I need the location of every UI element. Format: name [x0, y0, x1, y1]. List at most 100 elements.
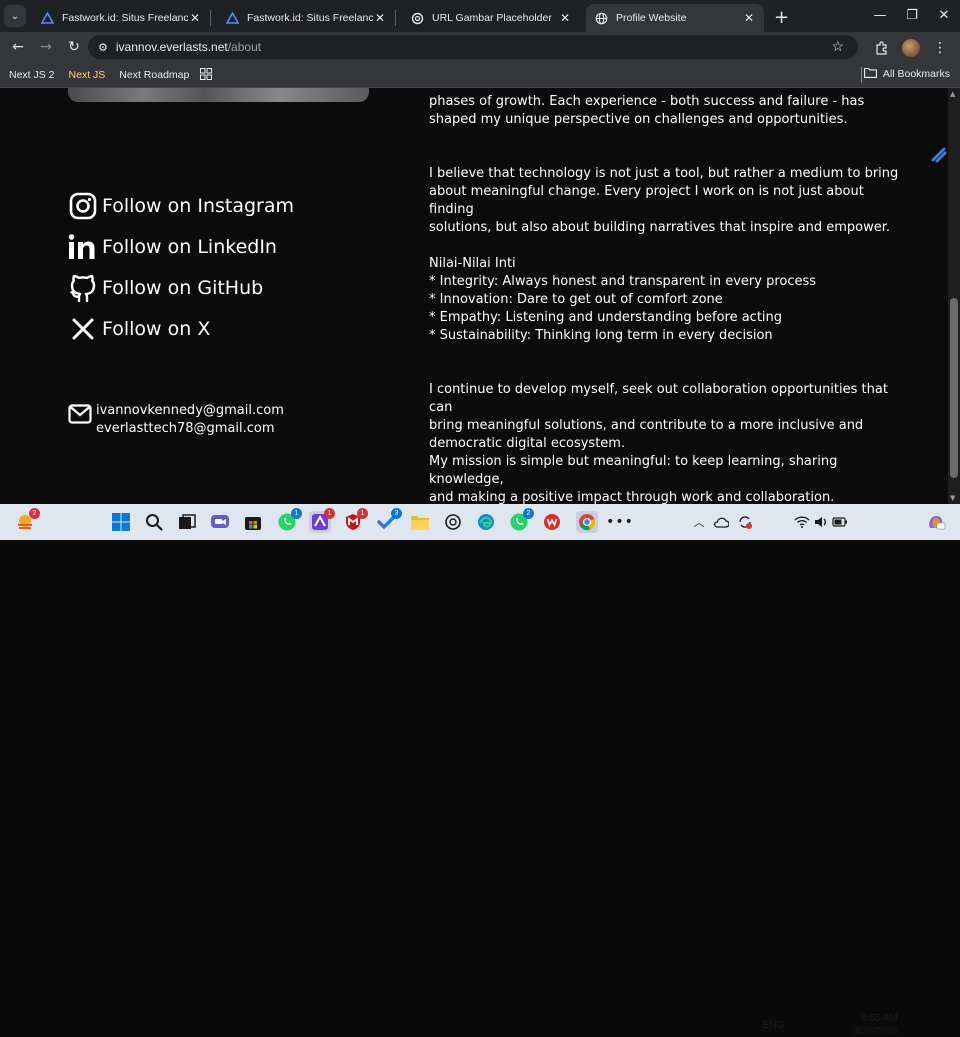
text-line: solutions, but also about building narra…: [429, 220, 891, 235]
value-item: * Integrity: Always honest and transpare…: [429, 274, 817, 289]
side-panel-icon[interactable]: [930, 146, 948, 164]
email-link-2[interactable]: everlasttech78@gmail.com: [96, 420, 284, 438]
paragraph-technology: I believe that technology is not just a …: [429, 165, 899, 237]
window-controls: — ❐ ✕: [864, 0, 960, 30]
windows-taskbar: 2 1 1 1 3 2 ••• ︿ ENG 9:55 AM 3/26/2025: [0, 504, 960, 1037]
bookmark-next-js[interactable]: Next JS: [64, 66, 111, 84]
notification-badge: 3: [391, 508, 402, 519]
page-viewport: Follow on Instagram Follow on LinkedIn F…: [0, 88, 948, 504]
language-indicator[interactable]: ENG: [763, 1020, 785, 1031]
tab-title: Profile Website: [616, 12, 687, 24]
apps-grid-icon[interactable]: [200, 67, 214, 82]
contact-emails: ivannovkennedy@gmail.com everlasttech78@…: [68, 402, 284, 438]
linkedin-icon: [68, 232, 98, 262]
back-arrow-icon[interactable]: ←: [4, 33, 32, 61]
tab-title: Fastwork.id: Situs Freelance Onl: [247, 12, 373, 24]
site-settings-icon[interactable]: ⚙: [98, 41, 108, 54]
instagram-link[interactable]: Follow on Instagram: [68, 191, 294, 221]
mail-icon: [68, 404, 92, 426]
forward-arrow-icon[interactable]: →: [32, 33, 60, 61]
instagram-icon: [68, 191, 98, 221]
close-icon[interactable]: ✕: [188, 11, 202, 25]
email-link-1[interactable]: ivannovkennedy@gmail.com: [96, 402, 284, 420]
scroll-down-icon[interactable]: ▼: [950, 494, 955, 502]
text-line: about meaningful change. Every project I…: [429, 184, 864, 217]
battery-icon[interactable]: [829, 511, 851, 533]
todo-check-icon[interactable]: 3: [376, 508, 402, 533]
value-item: * Innovation: Dare to get out of comfort…: [429, 292, 723, 307]
windows-start-icon[interactable]: [110, 511, 132, 533]
text-line: democratic digital ecosystem.: [429, 436, 626, 451]
edge-icon[interactable]: [475, 511, 497, 533]
github-link[interactable]: Follow on GitHub: [68, 273, 263, 303]
more-apps-icon[interactable]: •••: [606, 511, 633, 533]
x-label: Follow on X: [102, 318, 211, 340]
tab-title: Fastwork.id: Situs Freelance Onl: [62, 12, 188, 24]
wps-office-icon[interactable]: [541, 511, 563, 533]
clock-time[interactable]: 9:55 AM: [858, 1013, 898, 1024]
core-values: Nilai-Nilai Inti * Integrity: Always hon…: [429, 255, 899, 345]
text-line: bring meaningful solutions, and contribu…: [429, 418, 864, 433]
close-icon[interactable]: ✕: [558, 11, 572, 25]
extensions-icon[interactable]: [868, 34, 896, 62]
all-bookmarks-button[interactable]: All Bookmarks: [863, 67, 950, 81]
bookmark-next-roadmap[interactable]: Next Roadmap: [114, 66, 194, 84]
close-window-icon[interactable]: ✕: [928, 0, 960, 30]
copilot-icon[interactable]: [925, 511, 947, 533]
tab-profile-website[interactable]: Profile Website ✕: [586, 4, 764, 32]
bookmarks-bar: Next JS 2 Next JS Next Roadmap All Bookm…: [0, 62, 960, 88]
paragraph-development: I continue to develop myself, seek out c…: [429, 381, 899, 453]
whatsapp-icon[interactable]: 1: [276, 508, 302, 533]
chatgpt-icon[interactable]: [442, 511, 464, 533]
tab-fastwork-2[interactable]: Fastwork.id: Situs Freelance Onl ✕: [217, 4, 395, 32]
paragraph-growth: phases of growth. Each experience - both…: [429, 93, 899, 129]
text-line: I continue to develop myself, seek out c…: [429, 382, 888, 415]
x-link[interactable]: Follow on X: [68, 314, 210, 344]
task-view-icon[interactable]: [176, 511, 198, 533]
sync-alert-icon[interactable]: [734, 511, 756, 533]
restore-icon[interactable]: ❐: [896, 0, 928, 30]
core-values-title: Nilai-Nilai Inti: [429, 256, 516, 271]
more-menu-icon[interactable]: ⋮: [926, 34, 954, 62]
minimize-icon[interactable]: —: [864, 0, 896, 30]
weather-widget-icon[interactable]: 2: [14, 508, 40, 533]
chevron-up-icon[interactable]: ︿: [688, 511, 710, 533]
address-bar[interactable]: ⚙ ivannov.everlasts.net/about ☆: [88, 35, 858, 59]
file-explorer-icon[interactable]: [409, 511, 431, 533]
tab-search-button[interactable]: ⌄: [4, 5, 26, 27]
microsoft-store-icon[interactable]: [242, 511, 264, 533]
folder-icon: [863, 67, 877, 81]
chevron-down-icon: ⌄: [10, 10, 20, 22]
close-icon[interactable]: ✕: [742, 11, 756, 25]
clock-date[interactable]: 3/26/2025: [846, 1026, 899, 1037]
tab-title: URL Gambar Placeholder: [432, 12, 552, 24]
purple-app-icon[interactable]: 1: [309, 508, 335, 533]
scroll-up-icon[interactable]: ▲: [950, 90, 955, 98]
page-scrollbar[interactable]: ▲ ▼: [948, 88, 960, 504]
notification-badge: 1: [291, 508, 302, 519]
notification-badge: 1: [357, 508, 368, 519]
text-line: phases of growth. Each experience - both…: [429, 94, 865, 109]
whatsapp-icon[interactable]: 2: [508, 508, 534, 533]
profile-avatar[interactable]: [902, 39, 920, 57]
mcafee-icon[interactable]: 1: [342, 508, 368, 533]
chrome-icon[interactable]: [576, 511, 598, 533]
tab-url-gambar[interactable]: URL Gambar Placeholder ✕: [402, 4, 580, 32]
text-line: My mission is simple but meaningful: to …: [429, 454, 838, 487]
new-tab-button[interactable]: +: [774, 7, 789, 28]
linkedin-link[interactable]: Follow on LinkedIn: [68, 232, 277, 262]
all-bookmarks-label: All Bookmarks: [882, 68, 950, 80]
tab-fastwork-1[interactable]: Fastwork.id: Situs Freelance Onl ✕: [32, 4, 210, 32]
instagram-label: Follow on Instagram: [102, 195, 295, 217]
search-icon[interactable]: [143, 511, 165, 533]
scrollbar-thumb[interactable]: [950, 298, 958, 478]
cloud-sync-icon[interactable]: [710, 511, 732, 533]
reload-icon[interactable]: ↻: [60, 33, 88, 61]
bookmark-star-icon[interactable]: ☆: [831, 38, 844, 55]
text-line: shaped my unique perspective on challeng…: [429, 112, 848, 127]
close-icon[interactable]: ✕: [373, 11, 387, 25]
bookmarks-separator: [861, 67, 862, 83]
meet-chat-icon[interactable]: [209, 511, 231, 533]
globe-icon: [594, 11, 608, 25]
bookmark-next-js-2[interactable]: Next JS 2: [4, 66, 60, 84]
